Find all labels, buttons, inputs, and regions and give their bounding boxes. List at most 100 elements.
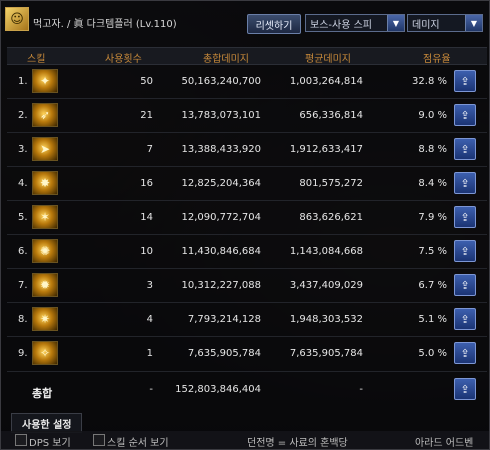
header: ☺ 먹고자. / 眞 다크템플러 (Lv.110) 리셋하기 보스-사용 스피 … — [1, 1, 489, 45]
avg-damage: 1,948,303,532 — [289, 314, 363, 325]
table-row: 4. ✸ 16 12,825,204,364 801,575,272 8.4 % ⇪ — [1, 167, 489, 199]
avg-damage: 1,143,084,668 — [289, 246, 363, 257]
used-setting-tab[interactable]: 사용한 설정 — [11, 413, 83, 433]
total-divider — [7, 371, 487, 372]
avg-damage: 801,575,272 — [299, 178, 363, 189]
share-icon[interactable]: ⇪ — [454, 70, 476, 92]
row-index: 2. — [18, 110, 28, 121]
uses-count: 7 — [146, 144, 153, 155]
bottom-strip: DPS 보기 스킬 순서 보기 던전명 = 사료의 혼백당 아라드 어드벤 — [1, 431, 489, 449]
character-avatar: ☺ — [5, 7, 29, 31]
col-avg: 평균데미지 — [305, 54, 351, 65]
row-index: 7. — [18, 280, 28, 291]
share-percent: 32.8 % — [412, 76, 447, 87]
total-damage: 50,163,240,700 — [181, 76, 261, 87]
metric-select[interactable]: 데미지 ▼ — [407, 14, 483, 32]
damage-meter-panel: ☺ 먹고자. / 眞 다크템플러 (Lv.110) 리셋하기 보스-사용 스피 … — [0, 0, 490, 450]
row-index: 5. — [18, 212, 28, 223]
table-row: 2. ➶ 21 13,783,073,101 656,336,814 9.0 % ⇪ — [1, 99, 489, 131]
share-icon[interactable]: ⇪ — [454, 240, 476, 262]
uses-count: 3 — [146, 280, 153, 291]
right-label: 아라드 어드벤 — [415, 438, 474, 449]
share-percent: 9.0 % — [418, 110, 447, 121]
table-row: 6. ✺ 10 11,430,846,684 1,143,084,668 7.5 % ⇪ — [1, 235, 489, 267]
total-damage: 12,825,204,364 — [181, 178, 261, 189]
total-damage: 13,388,433,920 — [181, 144, 261, 155]
dps-label: DPS 보기 — [29, 438, 71, 449]
skill-1-icon: ✦ — [32, 69, 58, 93]
total-damage: 13,783,073,101 — [181, 110, 261, 121]
avg-damage: 1,003,264,814 — [289, 76, 363, 87]
total-label: 총합 — [32, 387, 53, 400]
share-icon[interactable]: ⇪ — [454, 342, 476, 364]
total-uses: - — [149, 384, 153, 395]
skill-9-icon: ✧ — [32, 341, 58, 365]
share-percent: 6.7 % — [418, 280, 447, 291]
share-percent: 7.5 % — [418, 246, 447, 257]
table-row: 7. ✹ 3 10,312,227,088 3,437,409,029 6.7 % ⇪ — [1, 269, 489, 301]
row-index: 3. — [18, 144, 28, 155]
skill-6-icon: ✺ — [32, 239, 58, 263]
share-percent: 7.9 % — [418, 212, 447, 223]
row-index: 6. — [18, 246, 28, 257]
chevron-down-icon[interactable]: ▼ — [387, 15, 404, 31]
col-share: 점유율 — [423, 54, 451, 65]
table-row: 1. ✦ 50 50,163,240,700 1,003,264,814 32.8 % ⇪ — [1, 65, 489, 97]
share-icon[interactable]: ⇪ — [454, 206, 476, 228]
table-row: 8. ✷ 4 7,793,214,128 1,948,303,532 5.1 % ⇪ — [1, 303, 489, 335]
avg-damage: 656,336,814 — [299, 110, 363, 121]
avg-damage: 863,626,621 — [299, 212, 363, 223]
share-icon[interactable]: ⇪ — [454, 104, 476, 126]
uses-count: 14 — [140, 212, 153, 223]
share-icon[interactable]: ⇪ — [454, 308, 476, 330]
reset-button[interactable]: 리셋하기 — [247, 14, 301, 34]
skill-8-icon: ✷ — [32, 307, 58, 331]
uses-count: 4 — [146, 314, 153, 325]
total-damage: 10,312,227,088 — [181, 280, 261, 291]
total-damage: 7,635,905,784 — [187, 348, 261, 359]
total-damage: 7,793,214,128 — [187, 314, 261, 325]
metric-select-value: 데미지 — [412, 19, 440, 31]
skill-4-icon: ✸ — [32, 171, 58, 195]
skill-2-icon: ➶ — [32, 103, 58, 127]
skill-order-checkbox[interactable] — [93, 434, 105, 446]
row-index: 9. — [18, 348, 28, 359]
table-row: 9. ✧ 1 7,635,905,784 7,635,905,784 5.0 % ⇪ — [1, 337, 489, 369]
share-percent: 8.8 % — [418, 144, 447, 155]
avg-damage: 7,635,905,784 — [289, 348, 363, 359]
uses-count: 1 — [146, 348, 153, 359]
table-row: 5. ✶ 14 12,090,772,704 863,626,621 7.9 % ⇪ — [1, 201, 489, 233]
total-damage: 12,090,772,704 — [181, 212, 261, 223]
skill-order-label: 스킬 순서 보기 — [107, 438, 169, 449]
character-title: 먹고자. / 眞 다크템플러 (Lv.110) — [33, 19, 177, 30]
target-select[interactable]: 보스-사용 스피 ▼ — [305, 14, 405, 32]
total-avg: - — [359, 384, 363, 395]
share-percent: 5.0 % — [418, 348, 447, 359]
dps-checkbox[interactable] — [15, 434, 27, 446]
share-icon[interactable]: ⇪ — [454, 378, 476, 400]
uses-count: 21 — [140, 110, 153, 121]
share-icon[interactable]: ⇪ — [454, 138, 476, 160]
uses-count: 16 — [140, 178, 153, 189]
share-percent: 8.4 % — [418, 178, 447, 189]
uses-count: 50 — [140, 76, 153, 87]
total-row: 총합 - 152,803,846,404 - ⇪ — [1, 373, 489, 405]
dungeon-label: 던전명 = 사료의 혼백당 — [247, 438, 348, 449]
chevron-down-icon[interactable]: ▼ — [465, 15, 482, 31]
skill-5-icon: ✶ — [32, 205, 58, 229]
table-row: 3. ➤ 7 13,388,433,920 1,912,633,417 8.8 % ⇪ — [1, 133, 489, 165]
row-index: 1. — [18, 76, 28, 87]
table-header: 스킬 사용횟수 총합데미지 평균데미지 점유율 — [7, 47, 487, 65]
avg-damage: 1,912,633,417 — [289, 144, 363, 155]
col-skill: 스킬 — [27, 54, 46, 65]
total-damage: 11,430,846,684 — [181, 246, 261, 257]
col-total: 총합데미지 — [203, 54, 249, 65]
share-icon[interactable]: ⇪ — [454, 274, 476, 296]
share-percent: 5.1 % — [418, 314, 447, 325]
target-select-value: 보스-사용 스피 — [310, 19, 372, 31]
share-icon[interactable]: ⇪ — [454, 172, 476, 194]
skill-7-icon: ✹ — [32, 273, 58, 297]
total-damage: 152,803,846,404 — [175, 384, 261, 395]
skill-3-icon: ➤ — [32, 137, 58, 161]
row-index: 4. — [18, 178, 28, 189]
